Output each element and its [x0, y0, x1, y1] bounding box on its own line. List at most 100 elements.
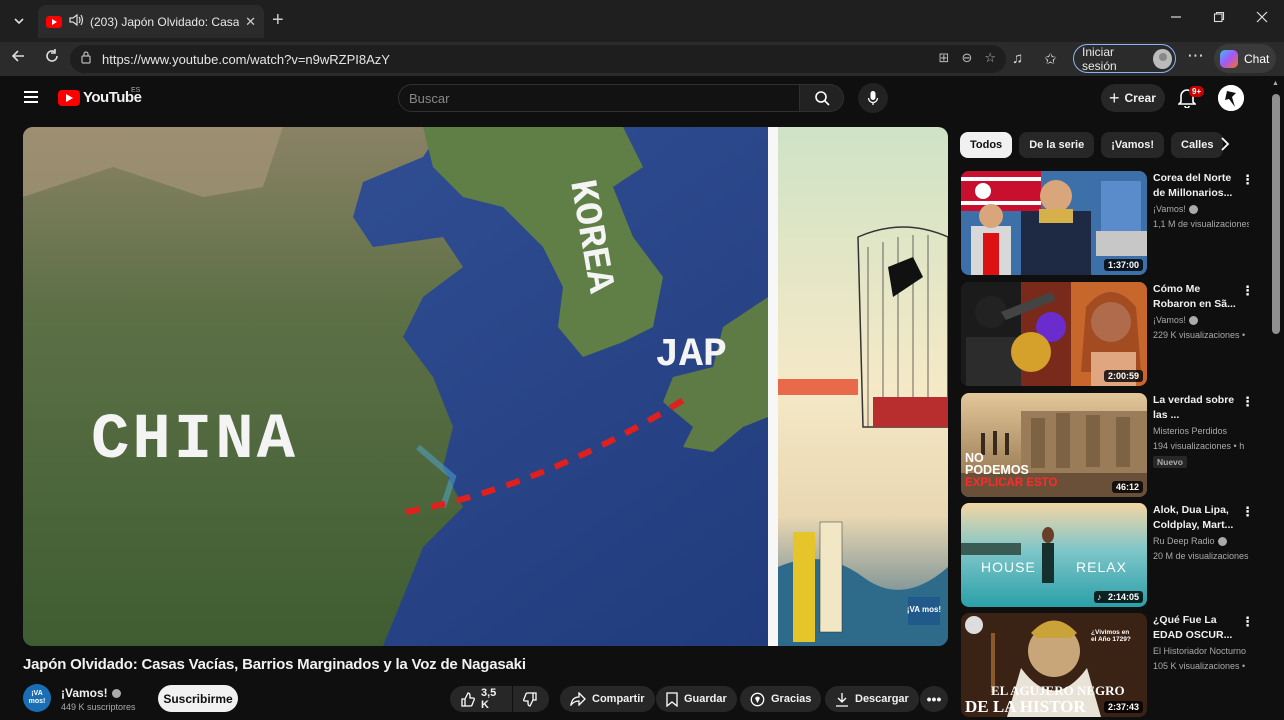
- close-window-button[interactable]: [1256, 10, 1268, 26]
- duration-badge: 2:00:59: [1103, 370, 1143, 382]
- chip-vamos[interactable]: ¡Vamos!: [1101, 132, 1165, 158]
- channel-avatar[interactable]: ¡VA mos!: [23, 684, 51, 712]
- zoom-icon[interactable]: ⊖: [961, 50, 972, 66]
- new-tab-button[interactable]: +: [272, 9, 284, 32]
- scroll-up-icon[interactable]: ▲: [1272, 80, 1279, 87]
- thumbnail-text: DE LA HISTOR: [965, 697, 1086, 716]
- notification-badge: 9+: [1189, 86, 1205, 97]
- profile-avatar-icon: [1153, 48, 1172, 69]
- video-thumbnail[interactable]: ¿Vivimos en el Año 1729? EL AGUJERO NEGR…: [961, 613, 1147, 717]
- site-info-icon[interactable]: [80, 51, 92, 67]
- thumbnail-text: EXPLICAR ESTO: [965, 477, 1058, 489]
- share-button[interactable]: Compartir: [560, 686, 655, 712]
- speaker-icon[interactable]: [68, 13, 84, 30]
- recommendation-channel-text: Ru Deep Radio: [1153, 536, 1215, 546]
- more-actions-button[interactable]: •••: [920, 686, 948, 712]
- recommendation-views: 105 K visualizaciones •: [1153, 661, 1246, 671]
- chips-next-button[interactable]: [1220, 137, 1230, 156]
- channel-name-text: ¡Vamos!: [61, 686, 108, 700]
- video-thumbnail[interactable]: HOUSE RELAX ♪ 2:14:05: [961, 503, 1147, 607]
- recommendation-chips: Todos De la serie ¡Vamos! Calles: [960, 132, 1224, 158]
- copilot-chat-button[interactable]: Chat: [1214, 44, 1276, 73]
- recommendation-views: 229 K visualizaciones •: [1153, 330, 1246, 340]
- recommendation-channel-text: ¡Vamos!: [1153, 204, 1186, 214]
- new-badge: Nuevo: [1153, 456, 1187, 468]
- create-button[interactable]: + Crear: [1101, 84, 1165, 112]
- chat-label: Chat: [1244, 51, 1270, 66]
- thumbnail-text: ¿Vivimos en el Año 1729?: [1091, 629, 1131, 643]
- subscribe-button[interactable]: Suscribirme: [158, 685, 238, 712]
- close-tab-icon[interactable]: ✕: [245, 14, 256, 30]
- video-thumbnail[interactable]: 2:00:59: [961, 282, 1147, 386]
- recommendation-item[interactable]: HOUSE RELAX ♪ 2:14:05 Alok, Dua Lipa, Col…: [961, 503, 1261, 607]
- thanks-label: Gracias: [771, 693, 812, 705]
- recommendation-channel[interactable]: Misterios Perdidos: [1153, 426, 1227, 436]
- search-button[interactable]: [800, 84, 844, 112]
- favorite-star-icon[interactable]: ☆: [984, 50, 996, 66]
- recommendation-channel[interactable]: Ru Deep Radio: [1153, 536, 1227, 546]
- maximize-window-button[interactable]: [1213, 10, 1225, 26]
- video-player[interactable]: CHINA KOREA JAP ¡VA mos!: [23, 127, 948, 646]
- recommendation-item[interactable]: 2:00:59 Cómo Me Robaron en Sã... ¡Vamos!…: [961, 282, 1261, 386]
- chip-todos[interactable]: Todos: [960, 132, 1013, 158]
- like-count: 3,5 K: [481, 687, 497, 711]
- recommendation-title[interactable]: Corea del Norte de Millonarios...: [1153, 171, 1245, 201]
- browser-address-bar: https://www.youtube.com/watch?v=n9wRZPI8…: [0, 42, 1284, 76]
- duration-badge: ♪ 2:14:05: [1093, 591, 1143, 603]
- media-control-icon[interactable]: ♫: [1012, 50, 1023, 67]
- favorites-icon[interactable]: ✩: [1044, 50, 1057, 68]
- video-thumbnail[interactable]: 1:37:00: [961, 171, 1147, 275]
- search-icon: [814, 91, 830, 106]
- save-button[interactable]: Guardar: [656, 686, 737, 712]
- video-thumbnail[interactable]: NO PODEMOS EXPLICAR ESTO 46:12: [961, 393, 1147, 497]
- channel-name[interactable]: ¡Vamos!: [61, 686, 121, 700]
- voice-search-button[interactable]: [858, 83, 888, 113]
- browser-tab-active[interactable]: (203) Japón Olvidado: Casas V ✕: [38, 5, 264, 38]
- recommendation-views: 1,1 M de visualizaciones: [1153, 219, 1249, 229]
- back-button[interactable]: [10, 48, 26, 69]
- url-field[interactable]: https://www.youtube.com/watch?v=n9wRZPI8…: [70, 45, 1006, 73]
- youtube-logo[interactable]: YouTube: [58, 89, 142, 106]
- signin-label: Iniciar sesión: [1082, 44, 1117, 73]
- more-vertical-icon[interactable]: ⋮: [1241, 173, 1254, 186]
- signin-button[interactable]: Iniciar sesión: [1073, 44, 1176, 73]
- more-vertical-icon[interactable]: ⋮: [1241, 505, 1254, 518]
- more-options-icon[interactable]: ⋯: [1187, 46, 1204, 66]
- search-input[interactable]: [398, 84, 800, 112]
- recommendation-channel[interactable]: ¡Vamos!: [1153, 315, 1198, 325]
- like-button[interactable]: 3,5 K: [450, 686, 512, 712]
- recommendation-item[interactable]: ¿Vivimos en el Año 1729? EL AGUJERO NEGR…: [961, 613, 1261, 717]
- chip-de-la-serie[interactable]: De la serie: [1019, 132, 1095, 158]
- scrollbar-thumb[interactable]: [1272, 94, 1280, 334]
- recommendation-title[interactable]: Cómo Me Robaron en Sã...: [1153, 282, 1245, 312]
- reload-button[interactable]: [44, 48, 60, 69]
- recommendation-title[interactable]: La verdad sobre las ...: [1153, 393, 1245, 423]
- app-available-icon[interactable]: ⊞: [939, 50, 950, 66]
- more-vertical-icon[interactable]: ⋮: [1241, 395, 1254, 408]
- account-avatar[interactable]: [1218, 85, 1244, 111]
- page-scrollbar[interactable]: ▲: [1268, 76, 1284, 720]
- download-button[interactable]: Descargar: [825, 686, 919, 712]
- menu-icon[interactable]: [24, 91, 38, 103]
- recommendation-views: 194 visualizaciones • h: [1153, 441, 1245, 451]
- more-vertical-icon[interactable]: ⋮: [1241, 284, 1254, 297]
- plus-icon: +: [1109, 88, 1120, 108]
- minimize-window-button[interactable]: [1170, 10, 1182, 26]
- tab-actions-menu-button[interactable]: [6, 8, 32, 34]
- recommendation-item[interactable]: NO PODEMOS EXPLICAR ESTO 46:12 La verdad…: [961, 393, 1261, 497]
- recommendation-title[interactable]: Alok, Dua Lipa, Coldplay, Mart...: [1153, 503, 1245, 533]
- recommendation-title[interactable]: ¿Qué Fue La EDAD OSCUR...: [1153, 613, 1245, 643]
- duration-badge: 46:12: [1111, 481, 1143, 493]
- youtube-favicon-icon: [46, 15, 62, 28]
- recommendation-item[interactable]: 1:37:00 Corea del Norte de Millonarios..…: [961, 171, 1261, 275]
- more-vertical-icon[interactable]: ⋮: [1241, 615, 1254, 628]
- dislike-button[interactable]: [513, 686, 549, 712]
- recommendation-channel[interactable]: El Historiador Nocturno: [1153, 646, 1246, 656]
- create-label: Crear: [1124, 91, 1156, 105]
- thumbnail-text: HOUSE: [981, 559, 1036, 575]
- recommendation-channel-text: Misterios Perdidos: [1153, 426, 1228, 436]
- recommendation-channel[interactable]: ¡Vamos!: [1153, 204, 1198, 214]
- chip-calles[interactable]: Calles: [1171, 132, 1224, 158]
- thanks-button[interactable]: Gracias: [740, 686, 822, 712]
- tab-title: (203) Japón Olvidado: Casas V: [90, 14, 240, 29]
